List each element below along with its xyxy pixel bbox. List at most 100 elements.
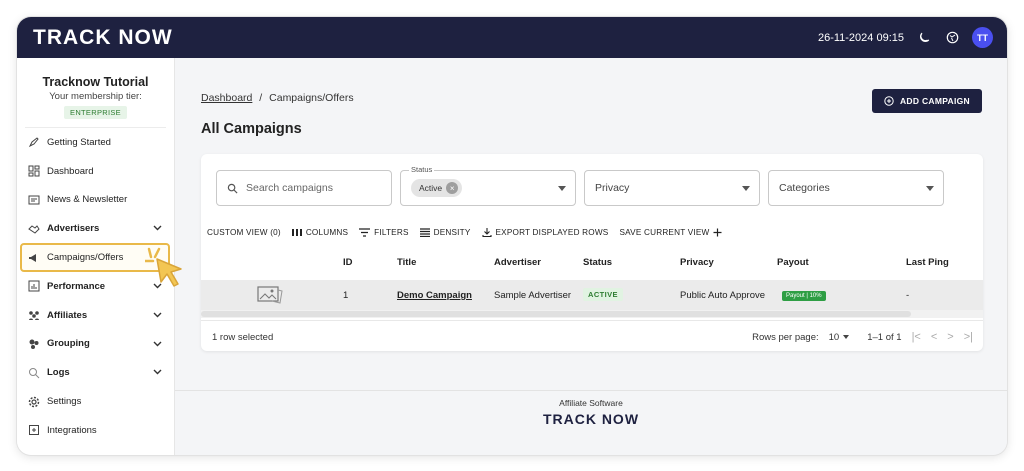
add-campaign-button[interactable]: ADD CAMPAIGN bbox=[871, 89, 982, 113]
export-label: EXPORT DISPLAYED ROWS bbox=[495, 227, 609, 237]
first-page-icon[interactable]: |< bbox=[912, 331, 921, 343]
sidebar-item-settings[interactable]: Settings bbox=[17, 387, 174, 416]
status-chip-label: Active bbox=[419, 183, 443, 193]
sidebar-item-label: Performance bbox=[47, 280, 106, 292]
filter-icon bbox=[359, 227, 371, 237]
status-select[interactable]: Status Active × bbox=[400, 165, 576, 206]
filters-label: FILTERS bbox=[374, 227, 409, 237]
dashboard-icon bbox=[27, 165, 40, 178]
prev-page-icon[interactable]: < bbox=[931, 331, 937, 343]
top-bar: TRACK NOW 26-11-2024 09:15 TT bbox=[17, 17, 1007, 58]
scrollbar-thumb[interactable] bbox=[201, 311, 911, 317]
rows-per-page-value: 10 bbox=[828, 331, 840, 343]
cell-privacy: Public Auto Approve bbox=[680, 290, 766, 301]
privacy-select[interactable]: Privacy bbox=[584, 170, 760, 206]
caret-down-icon bbox=[558, 186, 566, 191]
chevron-down-icon bbox=[153, 223, 162, 234]
close-icon[interactable]: × bbox=[446, 182, 459, 194]
custom-view-button[interactable]: CUSTOM VIEW (0) bbox=[207, 227, 281, 237]
custom-view-label: CUSTOM VIEW (0) bbox=[207, 227, 281, 237]
search-input[interactable]: Search campaigns bbox=[216, 170, 392, 206]
sidebar-item-getting-started[interactable]: Getting Started bbox=[17, 128, 174, 157]
sidebar-item-label: Settings bbox=[47, 396, 82, 408]
campaign-title-link[interactable]: Demo Campaign bbox=[397, 290, 472, 301]
app-footer: Affiliate Software TRACK NOW bbox=[175, 390, 1007, 455]
dark-mode-icon[interactable] bbox=[916, 30, 932, 46]
main-content: Dashboard / Campaigns/Offers All Campaig… bbox=[175, 58, 1007, 455]
sidebar-item-dashboard[interactable]: Dashboard bbox=[17, 157, 174, 186]
column-header-status[interactable]: Status bbox=[583, 257, 612, 268]
people-icon bbox=[27, 309, 40, 322]
column-header-payout[interactable]: Payout bbox=[777, 257, 809, 268]
plus-circle-icon bbox=[884, 96, 894, 106]
column-header-id[interactable]: ID bbox=[343, 257, 353, 268]
last-page-icon[interactable]: >| bbox=[964, 331, 973, 343]
columns-label: COLUMNS bbox=[305, 227, 349, 237]
density-button[interactable]: DENSITY bbox=[419, 227, 471, 237]
rows-per-page-select[interactable]: 10 bbox=[829, 332, 850, 343]
top-bar-actions: 26-11-2024 09:15 TT bbox=[818, 27, 993, 48]
filter-bar: Search campaigns Status Active × Privacy… bbox=[216, 165, 944, 206]
rows-per-page-label: Rows per page: bbox=[752, 331, 819, 343]
categories-label: Categories bbox=[779, 182, 830, 194]
column-header-last-ping[interactable]: Last Ping bbox=[906, 257, 949, 268]
horizontal-scrollbar[interactable] bbox=[201, 310, 983, 318]
column-header-advertiser[interactable]: Advertiser bbox=[494, 257, 541, 268]
cell-advertiser: Sample Advertiser bbox=[494, 290, 572, 301]
sidebar-item-integrations[interactable]: Integrations bbox=[17, 416, 174, 445]
rocket-icon bbox=[27, 136, 40, 149]
sidebar-item-news[interactable]: News & Newsletter bbox=[17, 186, 174, 215]
user-avatar[interactable]: TT bbox=[972, 27, 993, 48]
tier-badge: ENTERPRISE bbox=[64, 106, 127, 119]
column-header-title[interactable]: Title bbox=[397, 257, 416, 268]
sidebar-item-advertisers[interactable]: Advertisers bbox=[17, 214, 174, 243]
save-view-button[interactable]: SAVE CURRENT VIEW bbox=[619, 227, 722, 237]
language-icon[interactable] bbox=[944, 30, 960, 46]
chevron-down-icon bbox=[153, 367, 162, 378]
gear-icon bbox=[27, 395, 40, 408]
table-row[interactable]: 1 Demo Campaign Sample Advertiser ACTIVE… bbox=[201, 280, 983, 310]
integration-icon bbox=[27, 424, 40, 437]
sidebar-item-affiliates[interactable]: Affiliates bbox=[17, 301, 174, 330]
sidebar-item-label: Affiliates bbox=[47, 309, 88, 321]
breadcrumb: Dashboard / Campaigns/Offers bbox=[201, 92, 354, 104]
sidebar-item-logs[interactable]: Logs bbox=[17, 358, 174, 387]
caret-down-icon bbox=[742, 186, 750, 191]
next-page-icon[interactable]: > bbox=[947, 331, 953, 343]
export-button[interactable]: EXPORT DISPLAYED ROWS bbox=[481, 227, 609, 237]
privacy-label: Privacy bbox=[595, 182, 630, 194]
categories-select[interactable]: Categories bbox=[768, 170, 944, 206]
sidebar-item-label: Advertisers bbox=[47, 223, 100, 235]
table-footer: 1 row selected Rows per page: 10 1–1 of … bbox=[201, 320, 983, 351]
sidebar-item-label: Integrations bbox=[47, 424, 97, 436]
payout-badge: Payout | 10% bbox=[782, 289, 826, 301]
status-chip[interactable]: Active × bbox=[411, 179, 463, 197]
filters-button[interactable]: FILTERS bbox=[359, 227, 408, 237]
campaigns-table-card: Search campaigns Status Active × Privacy… bbox=[201, 154, 983, 351]
sidebar-item-label: Grouping bbox=[47, 338, 90, 350]
group-icon bbox=[27, 337, 40, 350]
status-legend: Status bbox=[409, 165, 435, 174]
sidebar-item-grouping[interactable]: Grouping bbox=[17, 330, 174, 359]
grid-toolbar: CUSTOM VIEW (0) COLUMNS FILTERS DENSITY … bbox=[207, 227, 722, 237]
sidebar-item-label: Logs bbox=[47, 367, 70, 379]
search-icon bbox=[27, 366, 40, 379]
news-icon bbox=[27, 193, 40, 206]
plus-icon bbox=[713, 228, 722, 236]
cell-last-ping: - bbox=[906, 290, 910, 301]
pagination: Rows per page: 10 1–1 of 1 |< < > >| bbox=[752, 331, 973, 343]
breadcrumb-dashboard-link[interactable]: Dashboard bbox=[201, 92, 252, 104]
app-window: TRACK NOW 26-11-2024 09:15 TT Tracknow T… bbox=[17, 17, 1007, 455]
caret-down-icon bbox=[843, 335, 850, 339]
download-icon bbox=[481, 228, 492, 237]
column-header-privacy[interactable]: Privacy bbox=[680, 257, 714, 268]
sidebar-item-label: Getting Started bbox=[47, 136, 111, 148]
app-logo[interactable]: TRACK NOW bbox=[33, 26, 173, 50]
account-summary: Tracknow Tutorial Your membership tier: … bbox=[25, 58, 166, 128]
image-placeholder-icon bbox=[257, 285, 283, 308]
columns-button[interactable]: COLUMNS bbox=[291, 227, 349, 237]
save-view-label: SAVE CURRENT VIEW bbox=[619, 227, 710, 237]
account-name: Tracknow Tutorial bbox=[42, 75, 149, 89]
density-icon bbox=[419, 227, 430, 237]
caret-down-icon bbox=[926, 186, 934, 191]
